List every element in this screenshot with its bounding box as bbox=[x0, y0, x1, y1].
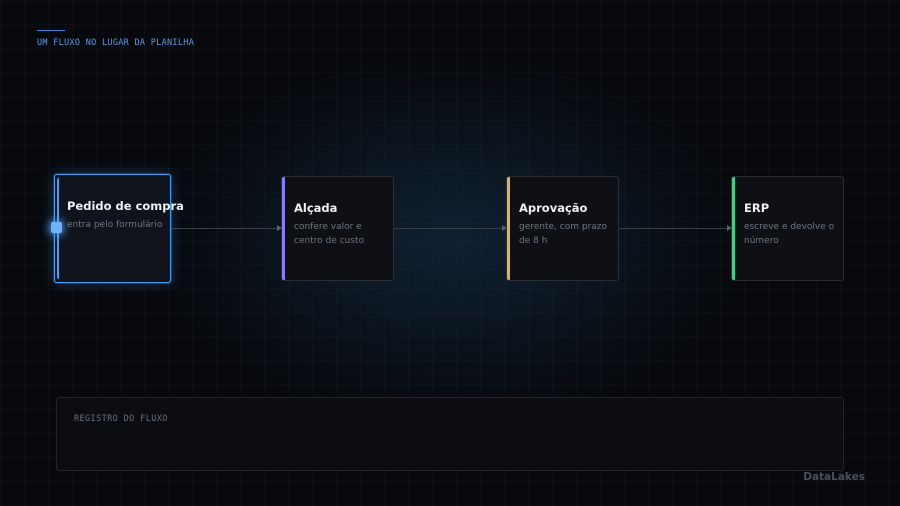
flow-step-card[interactable]: ERP escreve e devolve o número bbox=[731, 176, 844, 281]
flow-log-panel: REGISTRO DO FLUXO bbox=[56, 397, 844, 471]
flow-token-icon bbox=[51, 222, 62, 233]
flow-step-card[interactable]: Pedido de compra entra pelo formulário bbox=[54, 174, 184, 283]
connector-arrow-2 bbox=[394, 225, 507, 231]
connector-arrow-3 bbox=[619, 225, 732, 231]
step-title: Pedido de compra bbox=[67, 199, 184, 213]
step-description: entra pelo formulário bbox=[67, 220, 163, 230]
step-description: escreve e devolve o número bbox=[744, 222, 835, 246]
step-title: Aprovação bbox=[519, 201, 588, 215]
step-accent-bar bbox=[507, 177, 510, 280]
eyebrow-rule bbox=[37, 30, 65, 31]
step-accent-bar bbox=[282, 177, 285, 280]
step-description: gerente, com prazo de 8 h bbox=[519, 222, 608, 246]
log-title: REGISTRO DO FLUXO bbox=[74, 414, 168, 424]
connector-arrow-1 bbox=[171, 225, 282, 231]
step-accent-bar bbox=[732, 177, 735, 280]
flow-step-card[interactable]: Aprovação gerente, com prazo de 8 h bbox=[506, 176, 619, 281]
brand-logo: DataLakes bbox=[803, 471, 865, 483]
step-title: ERP bbox=[744, 201, 770, 215]
step-title: Alçada bbox=[294, 201, 338, 215]
flow-step-card[interactable]: Alçada confere valor e centro de custo bbox=[281, 176, 394, 281]
step-description: confere valor e centro de custo bbox=[294, 222, 365, 246]
section-eyebrow: UM FLUXO NO LUGAR DA PLANILHA bbox=[37, 38, 195, 48]
